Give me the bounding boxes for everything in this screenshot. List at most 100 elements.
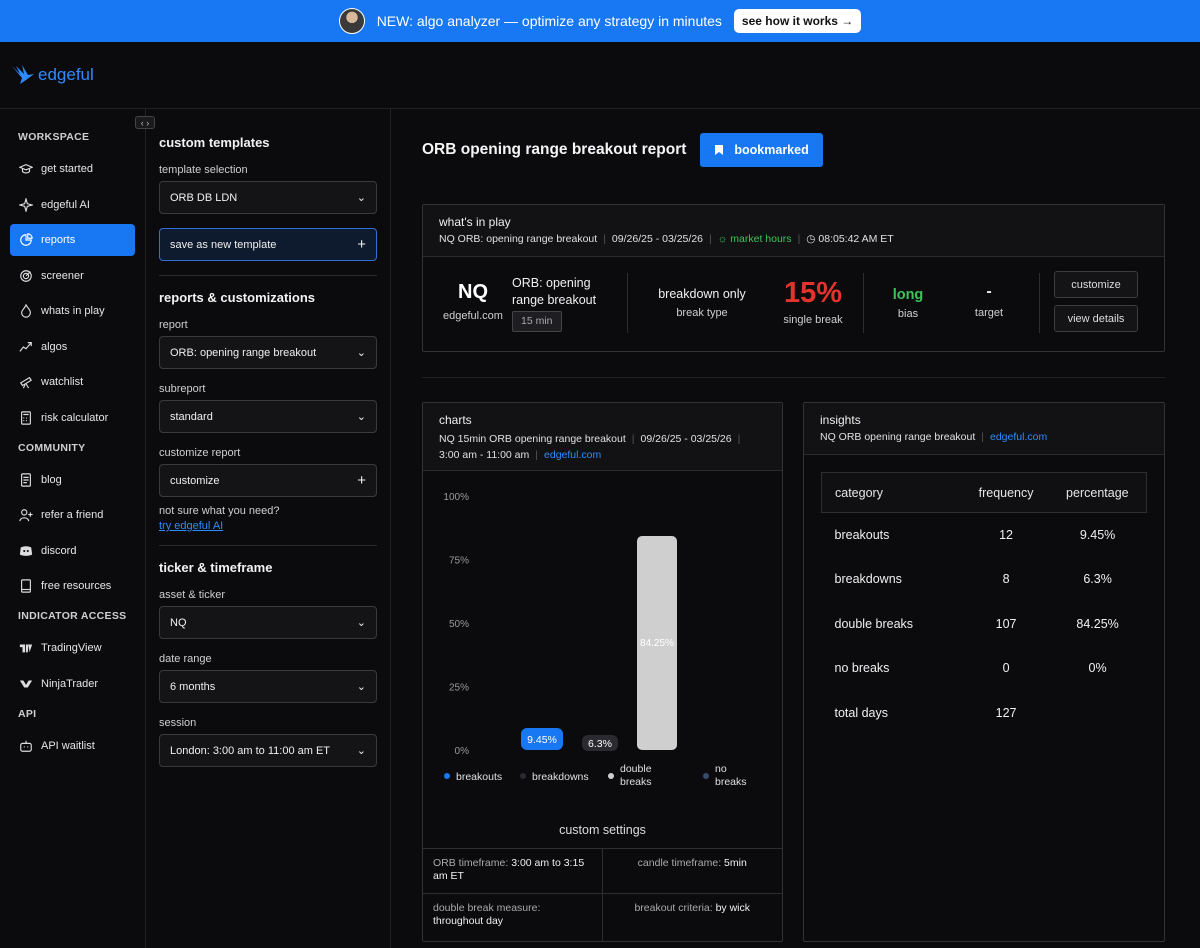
sidebar-item-label: whats in play — [41, 305, 105, 317]
telescope-icon — [19, 375, 33, 389]
blog-icon — [19, 472, 33, 487]
customize-label: customize — [170, 474, 220, 487]
ticker-block: NQ edgeful.com — [441, 281, 505, 322]
report-select[interactable]: ORB: opening range breakout ⌄ — [159, 336, 377, 369]
report-select-value: ORB: opening range breakout — [170, 346, 317, 359]
collapse-sidebar-button[interactable]: ‹ › — [135, 116, 155, 129]
single-break-pct: 15% — [783, 277, 843, 309]
subreport-select[interactable]: standard ⌄ — [159, 400, 377, 433]
divider — [159, 275, 377, 276]
template-select-value: ORB DB LDN — [170, 191, 238, 204]
customize-button[interactable]: customize + — [159, 464, 377, 497]
sidebar-item-screener[interactable]: screener — [10, 260, 135, 292]
template-select[interactable]: ORB DB LDN ⌄ — [159, 181, 377, 214]
sidebar-item-watchlist[interactable]: watchlist — [10, 366, 135, 398]
brand-name: edgeful — [38, 65, 94, 84]
setting-label: candle timeframe: — [637, 857, 722, 869]
sidebar-section-workspace: WORKSPACE — [18, 131, 90, 143]
divider — [422, 377, 1165, 378]
break-type-block: breakdown only break type — [647, 287, 757, 319]
view-details-button[interactable]: view details — [1054, 305, 1138, 332]
sidebar-item-label: risk calculator — [41, 411, 109, 424]
table-cell: 0% — [1088, 661, 1107, 676]
graduation-cap-icon — [19, 162, 33, 176]
main-content: ORB opening range breakout report bookma… — [392, 109, 1200, 948]
session-select[interactable]: London: 3:00 am to 11:00 am ET ⌄ — [159, 734, 377, 767]
ticker-site: edgeful.com — [443, 310, 503, 322]
sidebar-item-get-started[interactable]: get started — [10, 153, 135, 185]
sidebar-item-ninjatrader[interactable]: NinjaTrader — [10, 668, 135, 700]
date-range-select[interactable]: 6 months ⌄ — [159, 670, 377, 703]
bias-block: long bias — [878, 287, 938, 320]
sun-icon: ☼ — [717, 233, 728, 245]
setting-value: by wick — [715, 902, 751, 914]
plus-icon: + — [357, 472, 366, 489]
whats-in-play-title: what's in play — [439, 215, 511, 229]
insights-table: category frequency percentage breakouts 12 9… — [821, 472, 1147, 735]
sidebar-item-risk-calculator[interactable]: risk calculator — [10, 402, 135, 434]
candle-timeframe-setting: candle timeframe: 5min — [602, 849, 782, 894]
sidebar-item-edgeful-ai[interactable]: edgeful AI — [10, 189, 135, 221]
brand-logo[interactable]: edgeful — [10, 62, 94, 88]
plus-icon: + — [357, 236, 366, 253]
sidebar-item-tradingview[interactable]: TradingView — [10, 632, 135, 664]
legend-marker — [520, 773, 526, 779]
sidebar-item-label: edgeful AI — [41, 198, 90, 211]
sidebar-section-community: COMMUNITY — [18, 441, 86, 454]
ticker-symbol: NQ — [458, 281, 488, 303]
play-subtitle: NQ ORB: opening range breakout — [439, 233, 598, 245]
sidebar-item-whats-in-play[interactable]: whats in play — [10, 295, 135, 327]
breakout-criteria-setting: breakout criteria: by wick — [603, 894, 783, 941]
discord-icon — [19, 544, 33, 558]
sidebar-item-refer-a-friend[interactable]: refer a friend — [10, 499, 135, 531]
sidebar-section-api: API — [18, 707, 37, 720]
save-as-template-button[interactable]: save as new template + — [159, 228, 377, 261]
sidebar-item-discord[interactable]: discord — [10, 535, 135, 567]
insights-subtitle: NQ ORB opening range breakout — [820, 431, 976, 443]
single-break-label: single break — [783, 314, 843, 326]
eagle-logo-icon — [12, 65, 34, 84]
calculator-icon — [19, 410, 33, 425]
insights-site: edgeful.com — [990, 431, 1048, 443]
sidebar-item-api-waitlist[interactable]: API waitlist — [10, 730, 135, 762]
help-text: not sure what you need? — [159, 505, 280, 517]
charts-dates: 09/26/25 - 03/25/26 — [640, 433, 732, 445]
asset-label: asset & ticker — [159, 589, 226, 601]
legend-label: breakdowns — [532, 771, 589, 783]
sidebar-item-reports[interactable]: reports — [10, 224, 135, 256]
sidebar-item-blog[interactable]: blog — [10, 464, 135, 496]
template-selection-label: template selection — [159, 164, 248, 176]
orb-block: ORB: opening range breakout 15 min — [512, 275, 596, 332]
sidebar-item-label: reports — [41, 234, 76, 246]
customize-play-button[interactable]: customize — [1054, 271, 1138, 298]
asset-select[interactable]: NQ ⌄ — [159, 606, 377, 639]
asset-select-value: NQ — [170, 616, 187, 629]
robot-icon — [19, 739, 33, 753]
bookmark-icon — [715, 145, 724, 155]
custom-templates-heading: custom templates — [159, 135, 270, 150]
target-label: target — [974, 307, 1004, 319]
double-break-measure-setting: double break measure: throughout day — [423, 894, 603, 941]
single-break-block: 15% single break — [775, 277, 851, 326]
table-cell: 8 — [1002, 572, 1010, 587]
insights-card: insights NQ ORB opening range breakout | e… — [803, 402, 1165, 942]
y-tick-label: 0% — [455, 746, 470, 757]
bookmark-label: bookmarked — [734, 143, 809, 157]
charts-card: charts NQ 15min ORB opening range breako… — [422, 402, 783, 942]
sidebar-item-free-resources[interactable]: free resources — [10, 570, 135, 602]
page-title: ORB opening range breakout report — [422, 141, 687, 158]
ticker-heading: ticker & timeframe — [159, 560, 273, 575]
setting-value: 5min — [724, 857, 747, 869]
market-hours-status: market hours — [730, 233, 792, 245]
column-header: percentage — [1048, 472, 1147, 513]
try-edgeful-ai-link[interactable]: try edgeful AI — [159, 520, 223, 532]
break-type-label: break type — [676, 307, 728, 319]
setting-value: throughout day — [433, 915, 504, 927]
sparkle-icon — [19, 197, 33, 212]
sidebar-item-algos[interactable]: algos — [10, 331, 135, 363]
see-how-it-works-button[interactable]: see how it works → — [733, 9, 862, 33]
table-cell: 12 — [999, 528, 1014, 542]
bookmark-button[interactable]: bookmarked — [700, 133, 823, 167]
save-template-label: save as new template — [170, 238, 277, 251]
sidebar-item-label: refer a friend — [41, 509, 104, 521]
